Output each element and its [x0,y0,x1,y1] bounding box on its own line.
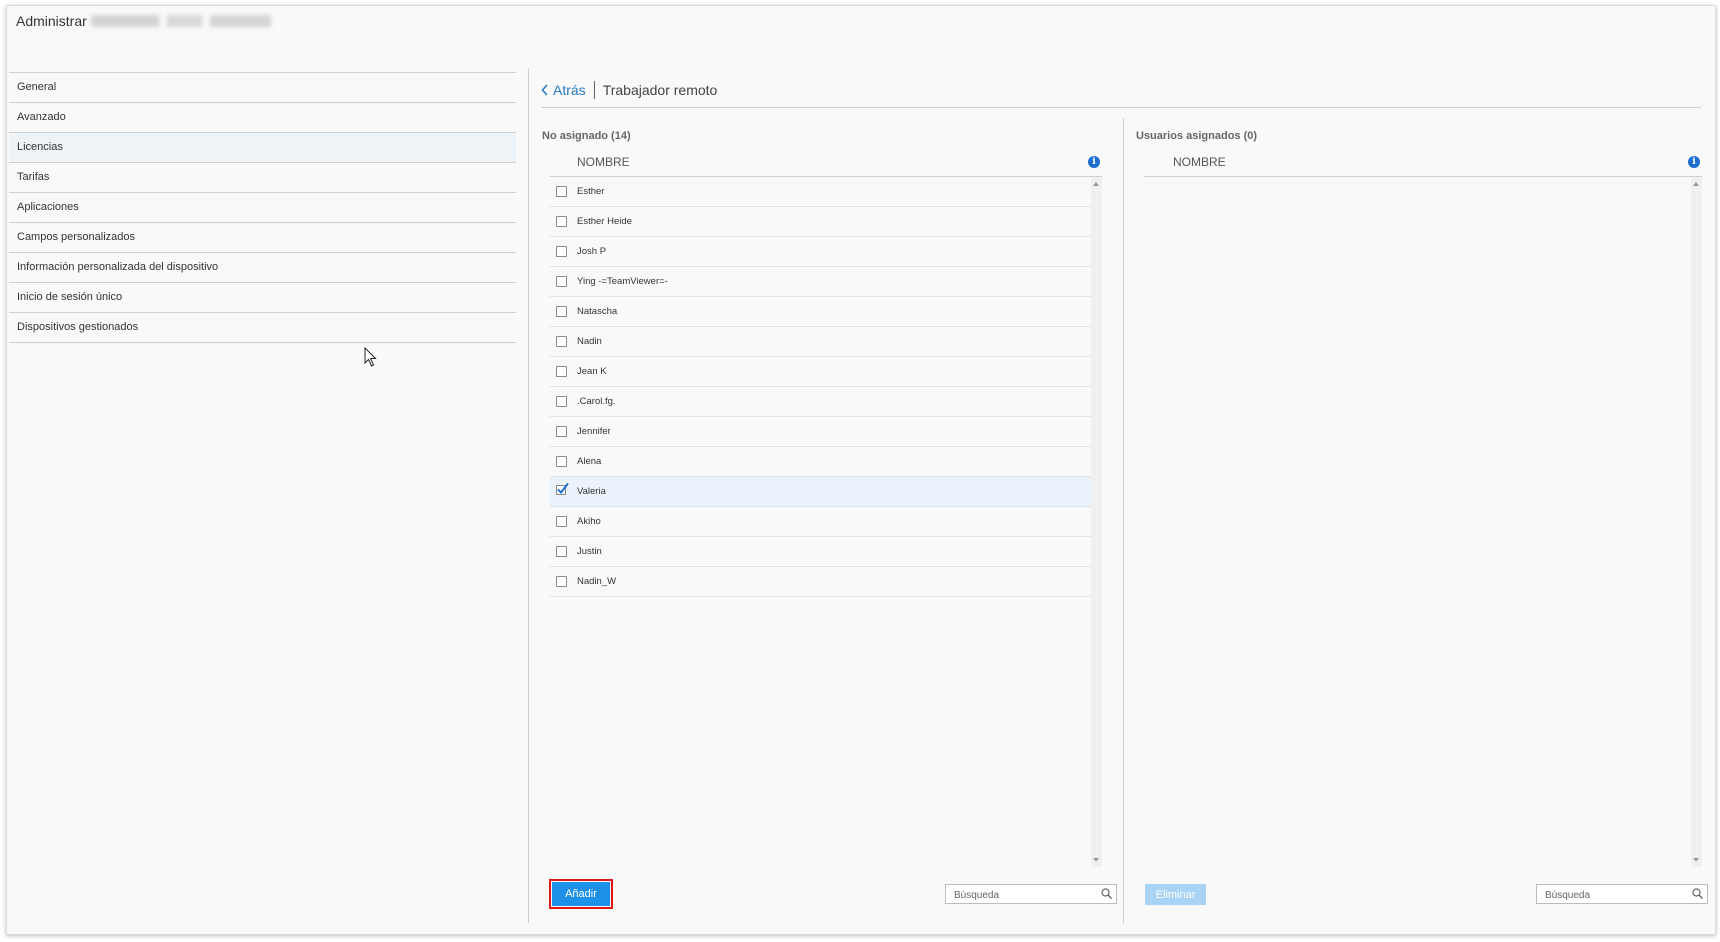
assigned-title: Usuarios asignados (0) [1136,130,1258,142]
page-title: Trabajador remoto [602,81,718,98]
assigned-user-list [1144,177,1702,867]
sidebar-item-8[interactable]: Dispositivos gestionados [9,313,516,343]
back-label: Atrás [553,81,586,98]
scroll-up-arrow-icon[interactable] [1093,182,1099,186]
unassigned-title: No asignado (14) [542,130,631,142]
user-name: Nadin [577,336,602,347]
user-name: Ying -=TeamViewer=- [577,276,668,287]
sidebar-item-0[interactable]: General [9,73,516,103]
checkbox[interactable] [556,276,567,287]
list-item[interactable]: Ying -=TeamViewer=- [550,267,1093,297]
sidebar-item-3[interactable]: Tarifas [9,163,516,193]
list-item[interactable]: .Carol.fg. [550,387,1093,417]
user-name: .Carol.fg. [577,396,616,407]
checkbox[interactable] [556,366,567,377]
user-name: Josh P [577,246,607,257]
scroll-down-arrow-icon[interactable] [1093,858,1099,862]
checkbox-checked-icon[interactable] [556,482,569,495]
list-item[interactable]: Akiho [550,507,1093,537]
checkbox[interactable] [556,546,567,557]
assigned-scrollbar[interactable] [1691,177,1702,867]
sidebar-item-6[interactable]: Información personalizada del dispositiv… [9,253,516,283]
unassigned-user-list: Esther Esther Heide Josh P Ying -=TeamViewe… [550,177,1102,867]
user-name: Esther Heide [577,216,632,227]
scroll-down-arrow-icon[interactable] [1693,858,1699,862]
list-item[interactable]: Esther [550,177,1093,207]
user-name: Jennifer [577,426,611,437]
sidebar-item-1[interactable]: Avanzado [9,103,516,133]
info-icon[interactable]: i [1688,156,1700,168]
user-name: Nadin_W [577,576,617,587]
list-item[interactable]: Alena [550,447,1093,477]
assigned-panel: Usuarios asignados (0) NOMBRE i [1136,130,1702,867]
user-name: Akiho [577,516,601,527]
window-title: Administrar [16,13,271,29]
assigned-column-header[interactable]: NOMBRE i [1144,148,1702,177]
checkbox[interactable] [556,186,567,197]
list-item[interactable]: Valeria [550,477,1093,507]
user-name: Valeria [577,486,606,497]
sidebar-item-7[interactable]: Inicio de sesión único [9,283,516,313]
list-item[interactable]: Esther Heide [550,207,1093,237]
unassigned-panel: No asignado (14) NOMBRE i Esther Esther H… [542,130,1102,867]
sidebar-nav: General Avanzado Licencias Tarifas Aplicacio… [9,72,516,343]
assigned-search[interactable] [1536,884,1708,904]
info-icon[interactable]: i [1088,156,1100,168]
checkbox[interactable] [556,426,567,437]
scroll-up-arrow-icon[interactable] [1693,182,1699,186]
list-item[interactable]: Nadin [550,327,1093,357]
sidebar-item-5[interactable]: Campos personalizados [9,223,516,253]
unassigned-search-input[interactable] [946,886,1094,904]
list-item[interactable]: Jean K [550,357,1093,387]
list-item[interactable]: Natascha [550,297,1093,327]
panel-divider [1123,118,1124,924]
remove-button[interactable]: Eliminar [1145,884,1206,905]
add-button[interactable]: Añadir [549,879,613,909]
sidebar-divider [528,68,529,923]
list-item[interactable]: Josh P [550,237,1093,267]
header-separator [593,80,595,99]
unassigned-search[interactable] [945,884,1117,904]
checkbox[interactable] [556,216,567,227]
checkbox[interactable] [556,306,567,317]
checkbox[interactable] [556,516,567,527]
sidebar-item-4[interactable]: Aplicaciones [9,193,516,223]
user-name: Jean K [577,366,607,377]
content-header: Atrás Trabajador remoto [541,72,1701,108]
user-name: Esther [577,186,605,197]
checkbox[interactable] [556,396,567,407]
back-link[interactable]: Atrás [541,82,586,98]
checkbox[interactable] [556,456,567,467]
redacted-company-name [90,15,271,27]
user-name: Justin [577,546,602,557]
user-name: Natascha [577,306,618,317]
search-icon[interactable] [1692,888,1703,899]
search-icon[interactable] [1101,888,1112,899]
unassigned-scrollbar[interactable] [1091,177,1102,867]
sidebar-item-2[interactable]: Licencias [9,133,516,163]
unassigned-column-header[interactable]: NOMBRE i [550,148,1102,177]
window-title-text: Administrar [16,13,87,29]
list-item[interactable]: Jennifer [550,417,1093,447]
checkbox[interactable] [556,576,567,587]
column-name-label: NOMBRE [1173,155,1226,169]
list-item[interactable]: Justin [550,537,1093,567]
user-name: Alena [577,456,602,467]
checkbox[interactable] [556,336,567,347]
checkbox[interactable] [556,246,567,257]
list-item[interactable]: Nadin_W [550,567,1093,597]
mouse-cursor-icon [364,347,377,367]
column-name-label: NOMBRE [577,155,630,169]
assigned-search-input[interactable] [1537,886,1685,904]
chevron-left-icon [541,83,548,96]
